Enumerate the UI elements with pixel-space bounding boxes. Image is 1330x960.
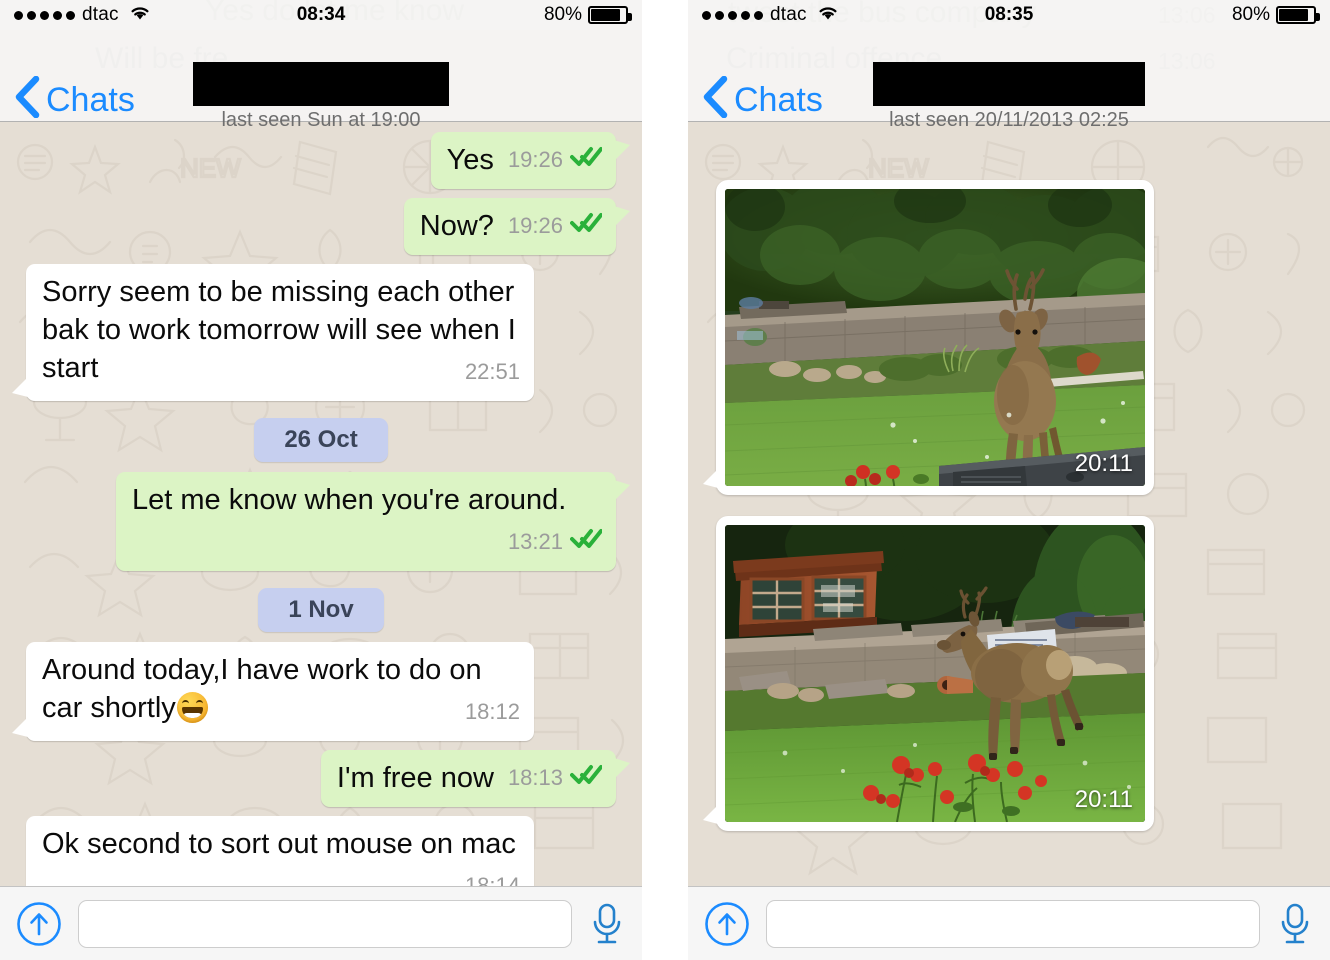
chat-screen-right: tweet the bus company 13:06 Criminal off…: [688, 0, 1330, 960]
message-time: 18:14: [464, 873, 520, 886]
photo-timestamp: 20:11: [1074, 450, 1133, 477]
status-left-group: dtac: [14, 3, 152, 27]
message-composer-bar: [0, 886, 642, 960]
message-text: Sorry seem to be missing each other bak …: [42, 276, 516, 384]
message-meta: 19:26: [507, 141, 603, 179]
message-text: Yes: [446, 144, 494, 176]
photo-deer-with-antlers[interactable]: 20:11: [725, 189, 1145, 486]
message-list[interactable]: NEW: [0, 122, 642, 886]
message-time: 18:12: [464, 699, 520, 724]
message-text: I'm free now: [336, 762, 494, 794]
wifi-icon: [816, 3, 840, 27]
microphone-icon[interactable]: [1276, 901, 1314, 947]
date-pill: 1 Nov: [258, 588, 384, 632]
date-separator-row: 26 Oct: [10, 418, 632, 462]
dual-screenshot-stage: Yes do let me know Will be fre dtac 08:3…: [0, 0, 1330, 960]
incoming-message-bubble[interactable]: Sorry seem to be missing each other bak …: [12, 264, 534, 401]
message-time: 22:51: [464, 359, 520, 384]
message-time: 19:26: [507, 147, 563, 172]
date-pill: 26 Oct: [254, 418, 388, 462]
double-check-icon: [570, 523, 603, 561]
wifi-icon: [128, 3, 152, 27]
navigation-bar: Chats last seen 20/11/2013 02:25: [688, 30, 1330, 131]
battery-icon: [588, 6, 632, 24]
incoming-message-bubble[interactable]: Around today,I have work to do on car sh…: [12, 642, 534, 741]
arrow-up-circle-icon[interactable]: [704, 901, 750, 947]
message-meta: 13:21: [507, 523, 603, 561]
back-button-label: Chats: [734, 81, 823, 119]
message-input[interactable]: [767, 900, 1259, 947]
contact-name-redacted-bar: [873, 62, 1145, 106]
status-right-group: 80%: [1231, 4, 1320, 26]
back-to-chats-button[interactable]: Chats: [14, 75, 135, 124]
incoming-photo-bubble[interactable]: 20:11: [703, 516, 1154, 831]
message-input[interactable]: [79, 900, 571, 947]
battery-percent-label: 80%: [543, 4, 582, 25]
back-to-chats-button[interactable]: Chats: [702, 75, 823, 124]
battery-icon: [1276, 6, 1320, 24]
photo-deer-beside-shed[interactable]: 20:11: [725, 525, 1145, 822]
double-check-icon: [570, 141, 603, 179]
message-meta: 18:13: [507, 759, 603, 797]
status-bar: dtac 08:34 80%: [0, 0, 642, 30]
message-meta: 22:51: [465, 353, 520, 391]
incoming-photo-bubble[interactable]: 20:11: [703, 180, 1154, 495]
microphone-icon[interactable]: [588, 901, 626, 947]
message-text: Now?: [419, 210, 494, 242]
chevron-left-icon: [702, 75, 728, 124]
signal-strength-dots-icon: [14, 10, 75, 20]
outgoing-message-bubble[interactable]: Let me know when you're around. 13:21: [116, 472, 630, 571]
message-list[interactable]: NEW: [688, 122, 1330, 886]
double-check-icon: [570, 207, 603, 245]
status-right-group: 80%: [543, 4, 632, 26]
message-time: 19:26: [507, 213, 563, 238]
arrow-up-circle-icon[interactable]: [16, 901, 62, 947]
message-row: Now? 19:26: [10, 198, 632, 255]
message-text: Let me know when you're around.: [132, 484, 567, 516]
message-text: Around today,I have work to do on car sh…: [42, 654, 482, 724]
carrier-label: dtac: [770, 4, 807, 25]
navigation-bar: Chats last seen Sun at 19:00: [0, 30, 642, 131]
date-separator-row: 1 Nov: [10, 588, 632, 632]
message-meta: 18:14: [465, 867, 520, 886]
carrier-label: dtac: [82, 4, 119, 25]
message-row: Around today,I have work to do on car sh…: [10, 642, 632, 741]
message-meta: 18:12: [465, 693, 520, 731]
signal-strength-dots-icon: [702, 10, 763, 20]
message-meta: 19:26: [507, 207, 603, 245]
contact-name-redacted-bar: [193, 62, 449, 106]
outgoing-message-bubble[interactable]: Yes 19:26: [430, 132, 631, 189]
message-row: Let me know when you're around. 13:21: [10, 472, 632, 571]
chat-screen-left: Yes do let me know Will be fre dtac 08:3…: [0, 0, 642, 960]
chevron-left-icon: [14, 75, 40, 124]
message-row: I'm free now 18:13: [10, 750, 632, 807]
battery-percent-label: 80%: [1231, 4, 1270, 25]
status-bar: dtac 08:35 80%: [688, 0, 1330, 30]
message-row: Yes 19:26: [10, 132, 632, 189]
double-check-icon: [570, 759, 603, 797]
message-text: Ok second to sort out mouse on mac: [42, 828, 516, 860]
message-time: 13:21: [507, 529, 563, 554]
photo-timestamp: 20:11: [1074, 786, 1133, 813]
back-button-label: Chats: [46, 81, 135, 119]
message-input-wrapper[interactable]: [78, 899, 572, 948]
outgoing-message-bubble[interactable]: Now? 19:26: [403, 198, 631, 255]
outgoing-message-bubble[interactable]: I'm free now 18:13: [320, 750, 631, 807]
message-row: Ok second to sort out mouse on mac 18:14: [10, 816, 632, 886]
panel-gutter: [642, 0, 688, 960]
message-row: 20:11: [698, 516, 1320, 831]
message-row: Sorry seem to be missing each other bak …: [10, 264, 632, 401]
message-time: 18:13: [507, 765, 563, 790]
grinning-face-emoji-icon: [176, 692, 208, 723]
message-rows: Yes 19:26 Now? 19:26 Sorry seem to be miss…: [0, 132, 642, 886]
incoming-message-bubble[interactable]: Ok second to sort out mouse on mac 18:14: [26, 816, 534, 886]
message-composer-bar: [688, 886, 1330, 960]
message-rows: 20:11 20:11: [688, 132, 1330, 840]
message-input-wrapper[interactable]: [766, 899, 1260, 948]
status-left-group: dtac: [702, 3, 840, 27]
message-row: 20:11: [698, 180, 1320, 495]
